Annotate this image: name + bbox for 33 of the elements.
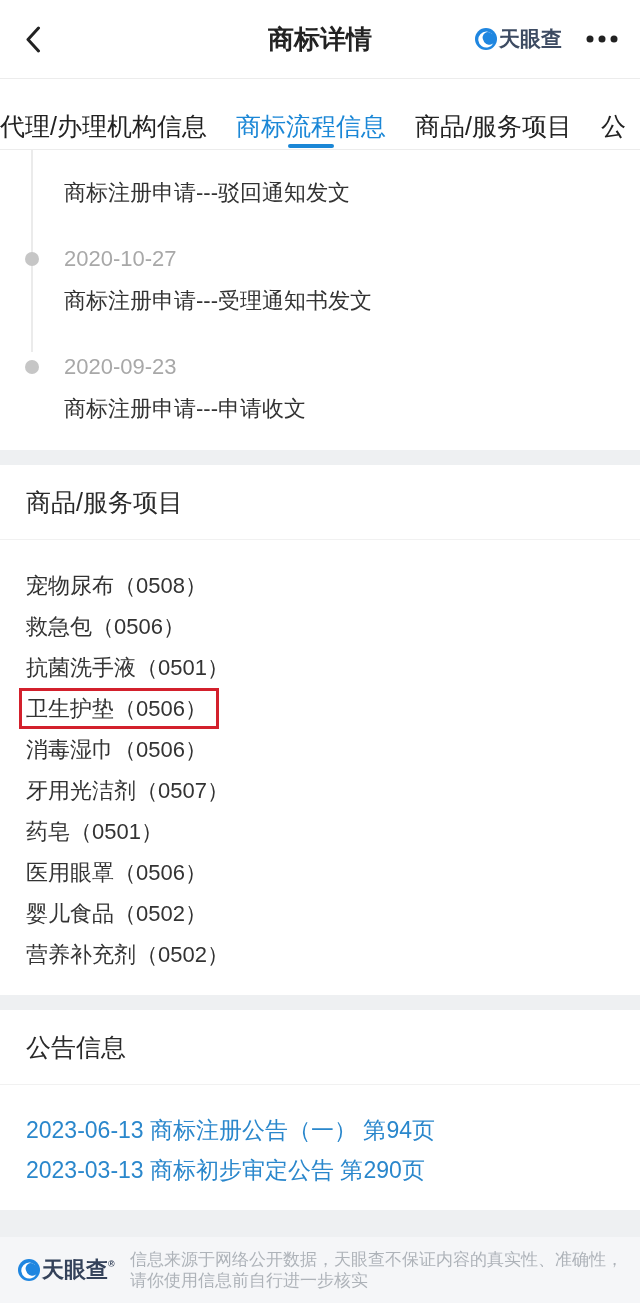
- dot-icon: [25, 252, 39, 266]
- section-title: 公告信息: [26, 1032, 126, 1063]
- goods-item: 牙用光洁剂（0507）: [25, 777, 230, 805]
- more-icon[interactable]: [586, 35, 618, 43]
- goods-item: 卫生护垫（0506）: [19, 688, 219, 729]
- goods-item: 营养补充剂（0502）: [25, 941, 230, 969]
- announcement-link[interactable]: 2023-03-13 商标初步审定公告 第290页: [26, 1150, 425, 1190]
- page-title: 商标详情: [268, 23, 372, 56]
- logo-text: 天眼查: [499, 26, 562, 52]
- tab[interactable]: 商标流程信息: [235, 79, 386, 149]
- announcement-link[interactable]: 2023-06-13 商标注册公告（一） 第94页: [26, 1110, 435, 1150]
- timeline-text: 商标注册申请---驳回通知发文: [64, 179, 350, 207]
- goods-item: 救急包（0506）: [25, 613, 186, 641]
- logo-text: 天眼查$^{®}$: [42, 1257, 115, 1283]
- dot-icon: [25, 360, 39, 374]
- timeline-text: 商标注册申请---申请收文: [64, 395, 306, 423]
- disclaimer-text: 信息来源于网络公开数据，天眼查不保证内容的真实性、准确性，请你使用信息前自行进一步核实: [130, 1249, 624, 1291]
- logo-icon: [475, 28, 497, 50]
- goods-item: 婴儿食品（0502）: [25, 900, 208, 928]
- logo-icon: [18, 1259, 40, 1281]
- timeline-date: 2020-10-27: [64, 245, 178, 273]
- tab[interactable]: 公: [600, 79, 626, 149]
- section-title: 商品/服务项目: [26, 487, 183, 518]
- timeline-date: 2020-09-23: [64, 353, 178, 381]
- goods-item: 医用眼罩（0506）: [25, 859, 208, 887]
- goods-item: 消毒湿巾（0506）: [25, 736, 208, 764]
- tab[interactable]: 商品/服务项目: [414, 79, 572, 149]
- goods-item: 药皂（0501）: [25, 818, 164, 846]
- goods-item: 抗菌洗手液（0501）: [25, 654, 230, 682]
- tab[interactable]: 代理/办理机构信息: [0, 79, 207, 149]
- timeline-text: 商标注册申请---受理通知书发文: [64, 287, 372, 315]
- back-icon[interactable]: [25, 25, 41, 53]
- goods-item: 宠物尿布（0508）: [25, 572, 208, 600]
